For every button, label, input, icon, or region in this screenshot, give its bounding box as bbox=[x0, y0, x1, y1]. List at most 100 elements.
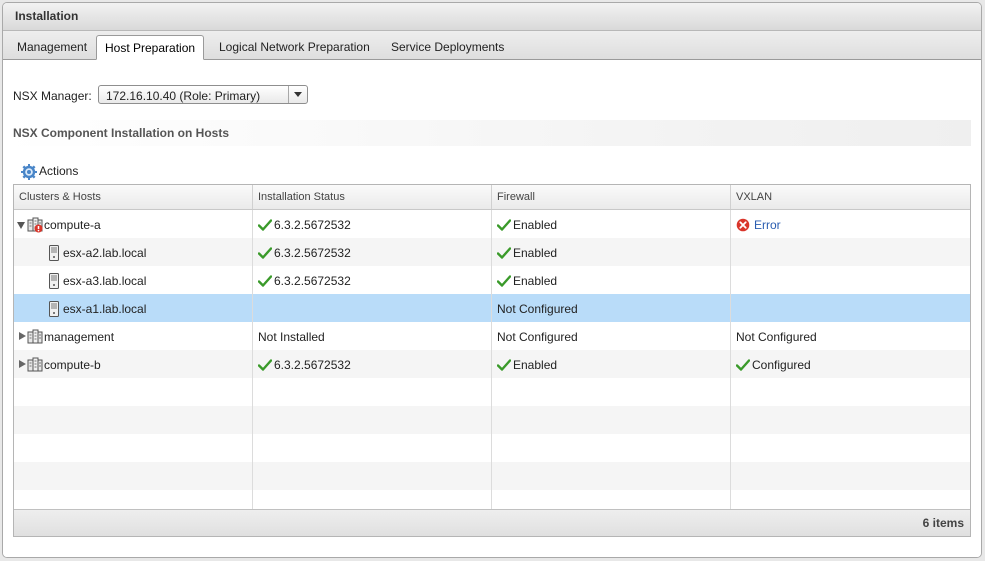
vxlan-cell: Configured bbox=[731, 350, 970, 378]
row-name: esx-a1.lab.local bbox=[63, 301, 147, 316]
vxlan-status-text: Configured bbox=[752, 357, 811, 372]
installation-status-cell: 6.3.2.5672532 bbox=[253, 350, 492, 378]
cluster-icon bbox=[27, 217, 43, 233]
vxlan-error-link[interactable]: Error bbox=[754, 218, 781, 232]
empty-cell bbox=[253, 378, 492, 406]
empty-cell bbox=[492, 434, 731, 462]
expand-toggle-icon[interactable] bbox=[17, 359, 27, 370]
checkmark-icon bbox=[258, 275, 272, 287]
actions-label: Actions bbox=[39, 164, 79, 178]
expand-toggle-icon[interactable] bbox=[17, 331, 27, 342]
checkmark-icon bbox=[258, 219, 272, 231]
checkmark-icon bbox=[258, 247, 272, 259]
cluster-icon bbox=[27, 357, 43, 372]
vxlan-status-text: Not Configured bbox=[736, 329, 817, 344]
installation-status-text: Not Installed bbox=[258, 329, 325, 344]
tab-host-preparation[interactable]: Host Preparation bbox=[96, 35, 205, 60]
empty-row bbox=[14, 406, 970, 434]
hosts-grid: Clusters & Hosts Installation Status Fir… bbox=[13, 184, 971, 537]
vxlan-cell: Not Configured bbox=[731, 322, 970, 350]
empty-cell bbox=[14, 462, 253, 490]
host-row[interactable]: esx-a1.lab.local Not Configured bbox=[14, 294, 970, 322]
cluster-row[interactable]: compute-b 6.3.2.5672532 Enabled Configured bbox=[14, 350, 970, 378]
empty-cell bbox=[492, 462, 731, 490]
firewall-status-text: Not Configured bbox=[497, 301, 578, 316]
host-server-icon bbox=[49, 244, 59, 261]
installation-status-cell: 6.3.2.5672532 bbox=[253, 210, 492, 238]
column-header-firewall[interactable]: Firewall bbox=[492, 185, 731, 209]
host-server-icon bbox=[49, 272, 59, 289]
checkmark-icon bbox=[497, 359, 511, 371]
chevron-down-icon[interactable] bbox=[288, 86, 307, 103]
empty-cell bbox=[731, 378, 970, 406]
column-header-clusters-hosts[interactable]: Clusters & Hosts bbox=[14, 185, 253, 209]
grid-footer: 6 items bbox=[14, 509, 970, 536]
installation-status-cell: Not Installed bbox=[253, 322, 492, 350]
tab-content: NSX Manager: 172.16.10.40 (Role: Primary… bbox=[3, 60, 981, 557]
column-header-vxlan[interactable]: VXLAN bbox=[731, 185, 970, 209]
section-title: NSX Component Installation on Hosts bbox=[3, 120, 971, 146]
collapse-toggle-icon[interactable] bbox=[17, 220, 27, 230]
empty-row bbox=[14, 378, 970, 406]
installation-panel: Installation Management Host Preparation… bbox=[2, 2, 982, 558]
cluster-row[interactable]: management Not Installed Not Configured Not… bbox=[14, 322, 970, 350]
grid-body: compute-a 6.3.2.5672532 Enabled Error esx-a2… bbox=[14, 210, 970, 518]
name-cell: esx-a1.lab.local bbox=[14, 294, 253, 322]
host-row[interactable]: esx-a2.lab.local 6.3.2.5672532 Enabled bbox=[14, 238, 970, 266]
error-icon bbox=[736, 218, 750, 232]
empty-cell bbox=[731, 462, 970, 490]
empty-cell bbox=[253, 406, 492, 434]
tab-strip: Management Host Preparation Logical Netw… bbox=[3, 31, 981, 60]
installation-status-text: 6.3.2.5672532 bbox=[274, 245, 351, 260]
host-row[interactable]: esx-a3.lab.local 6.3.2.5672532 Enabled bbox=[14, 266, 970, 294]
cluster-icon bbox=[27, 329, 43, 344]
empty-cell bbox=[253, 462, 492, 490]
name-cell: compute-a bbox=[14, 210, 253, 238]
firewall-cell: Not Configured bbox=[492, 322, 731, 350]
installation-status-cell: 6.3.2.5672532 bbox=[253, 266, 492, 294]
column-header-installation-status[interactable]: Installation Status bbox=[253, 185, 492, 209]
installation-status-text: 6.3.2.5672532 bbox=[274, 357, 351, 372]
firewall-status-text: Enabled bbox=[513, 245, 558, 260]
item-count: 6 items bbox=[922, 516, 964, 530]
checkmark-icon bbox=[497, 219, 511, 231]
empty-cell bbox=[253, 434, 492, 462]
tab-service-deployments[interactable]: Service Deployments bbox=[383, 35, 512, 59]
empty-cell bbox=[731, 434, 970, 462]
firewall-status-text: Enabled bbox=[513, 217, 558, 232]
installation-status-cell bbox=[253, 294, 492, 322]
firewall-status-text: Enabled bbox=[513, 357, 558, 372]
row-name: esx-a3.lab.local bbox=[63, 273, 147, 288]
vxlan-cell bbox=[731, 266, 970, 294]
name-cell: esx-a2.lab.local bbox=[14, 238, 253, 266]
firewall-cell: Enabled bbox=[492, 238, 731, 266]
firewall-cell: Not Configured bbox=[492, 294, 731, 322]
row-name: management bbox=[44, 329, 115, 344]
nsx-manager-select[interactable]: 172.16.10.40 (Role: Primary) bbox=[98, 85, 308, 104]
row-name: esx-a2.lab.local bbox=[63, 245, 147, 260]
tab-management[interactable]: Management bbox=[9, 35, 95, 59]
checkmark-icon bbox=[736, 359, 750, 371]
firewall-status-text: Not Configured bbox=[497, 329, 578, 344]
checkmark-icon bbox=[497, 247, 511, 259]
name-cell: compute-b bbox=[14, 350, 253, 378]
empty-cell bbox=[731, 406, 970, 434]
firewall-cell: Enabled bbox=[492, 350, 731, 378]
cluster-row[interactable]: compute-a 6.3.2.5672532 Enabled Error bbox=[14, 210, 970, 238]
name-cell: management bbox=[14, 322, 253, 350]
host-server-icon bbox=[49, 300, 59, 317]
empty-cell bbox=[492, 378, 731, 406]
actions-menu-button[interactable]: Actions bbox=[21, 162, 78, 180]
firewall-cell: Enabled bbox=[492, 266, 731, 294]
installation-status-text: 6.3.2.5672532 bbox=[274, 273, 351, 288]
row-name: compute-a bbox=[44, 217, 101, 232]
firewall-status-text: Enabled bbox=[513, 273, 558, 288]
vxlan-cell bbox=[731, 238, 970, 266]
installation-status-text: 6.3.2.5672532 bbox=[274, 217, 351, 232]
nsx-manager-selected-value: 172.16.10.40 (Role: Primary) bbox=[106, 89, 261, 103]
empty-cell bbox=[14, 434, 253, 462]
empty-cell bbox=[14, 378, 253, 406]
empty-row bbox=[14, 462, 970, 490]
vxlan-cell bbox=[731, 294, 970, 322]
tab-logical-network-preparation[interactable]: Logical Network Preparation bbox=[211, 35, 378, 59]
